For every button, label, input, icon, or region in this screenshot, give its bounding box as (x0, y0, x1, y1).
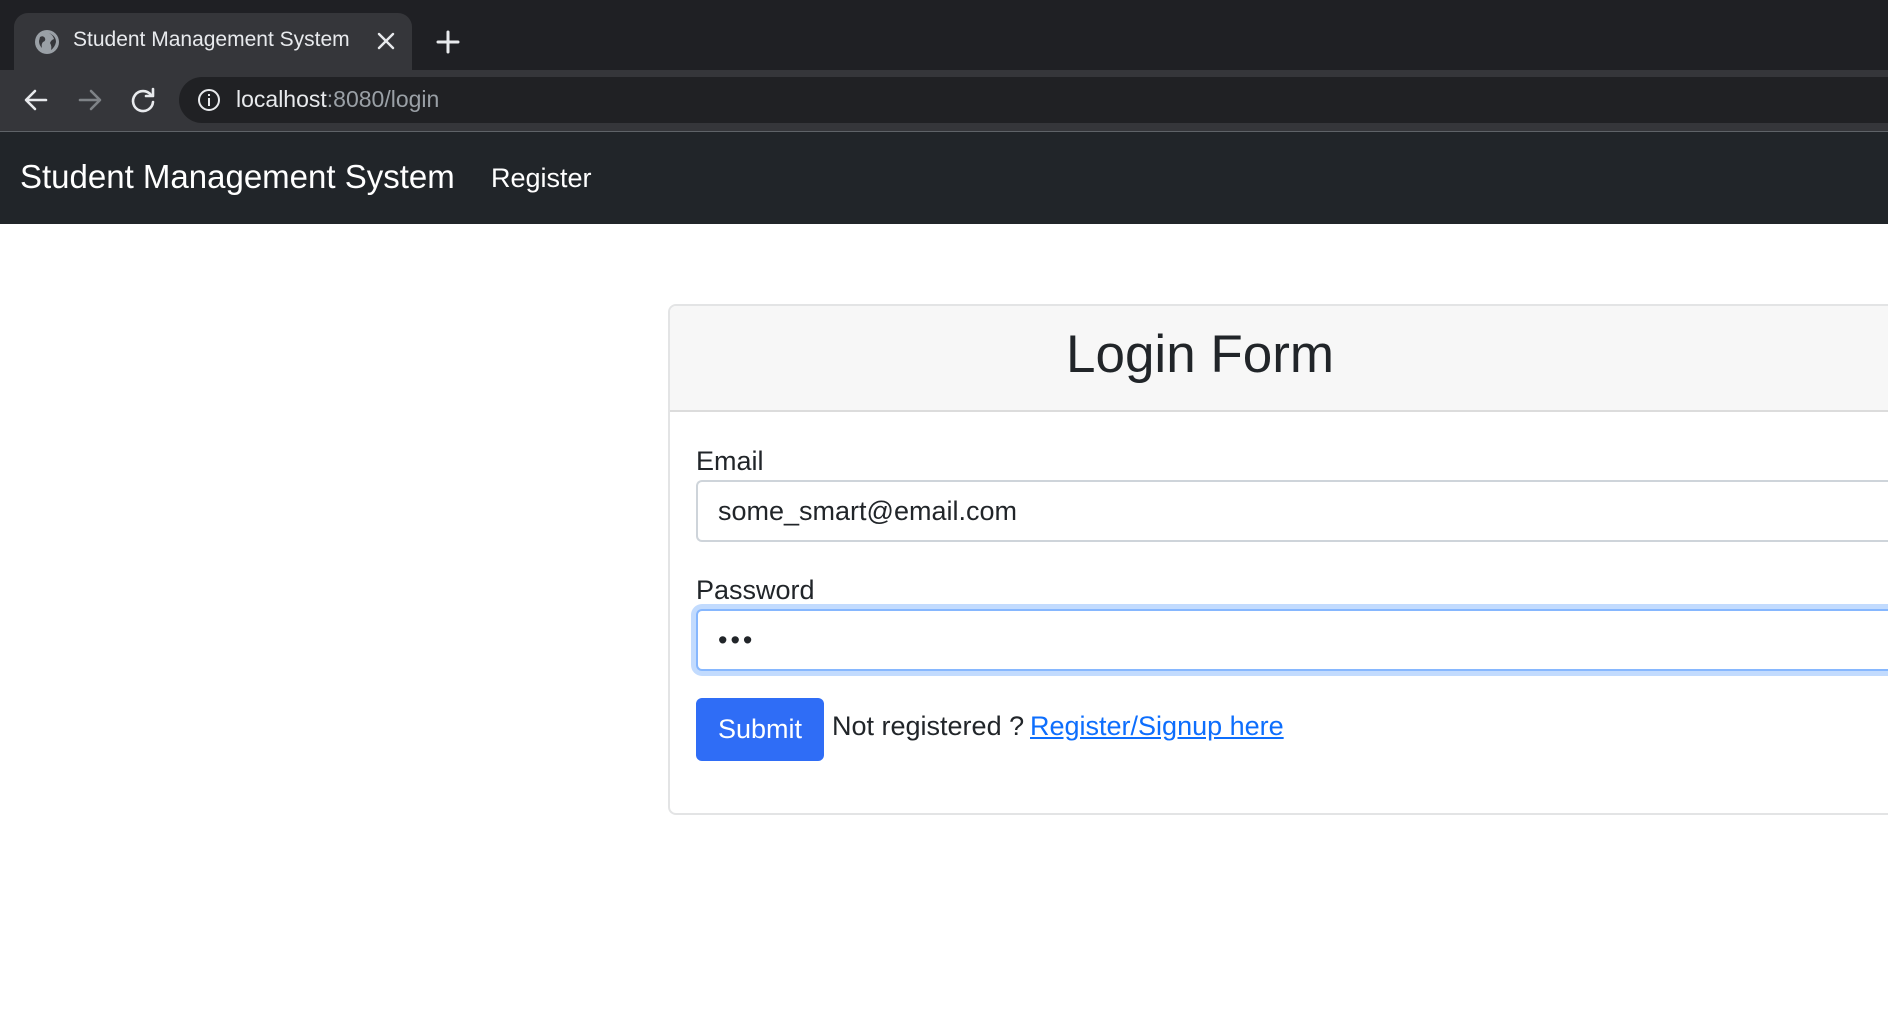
address-bar[interactable]: localhost:8080/login (179, 77, 1888, 123)
login-card: Login Form Email Password Submit Not reg… (668, 304, 1888, 815)
email-label: Email (696, 446, 764, 476)
password-label: Password (696, 575, 815, 605)
nav-link-register[interactable]: Register (491, 163, 592, 194)
browser-toolbar: localhost:8080/login (0, 70, 1888, 131)
reload-icon[interactable] (129, 86, 157, 114)
card-header: Login Form (670, 306, 1888, 412)
close-icon[interactable] (376, 31, 396, 51)
arrow-right-icon[interactable] (76, 86, 104, 114)
info-icon[interactable] (197, 88, 221, 112)
url-path: :8080/login (326, 86, 440, 112)
address-url: localhost:8080/login (236, 86, 439, 113)
browser-tab[interactable]: Student Management System (14, 13, 412, 70)
site-navbar: Student Management System Register (0, 132, 1888, 224)
not-registered-text: Not registered ? (832, 711, 1025, 741)
arrow-left-icon[interactable] (22, 86, 50, 114)
password-field[interactable] (696, 609, 1888, 671)
navbar-brand[interactable]: Student Management System (20, 158, 455, 196)
url-host: localhost (236, 86, 327, 112)
page-title: Login Form (1066, 325, 1335, 384)
globe-icon (34, 29, 60, 55)
tab-title: Student Management System (73, 28, 350, 51)
submit-button[interactable]: Submit (696, 698, 824, 761)
browser-tabstrip: Student Management System (0, 0, 1888, 70)
plus-icon[interactable] (436, 30, 460, 54)
email-field[interactable] (696, 480, 1888, 542)
register-signup-link[interactable]: Register/Signup here (1030, 711, 1284, 742)
